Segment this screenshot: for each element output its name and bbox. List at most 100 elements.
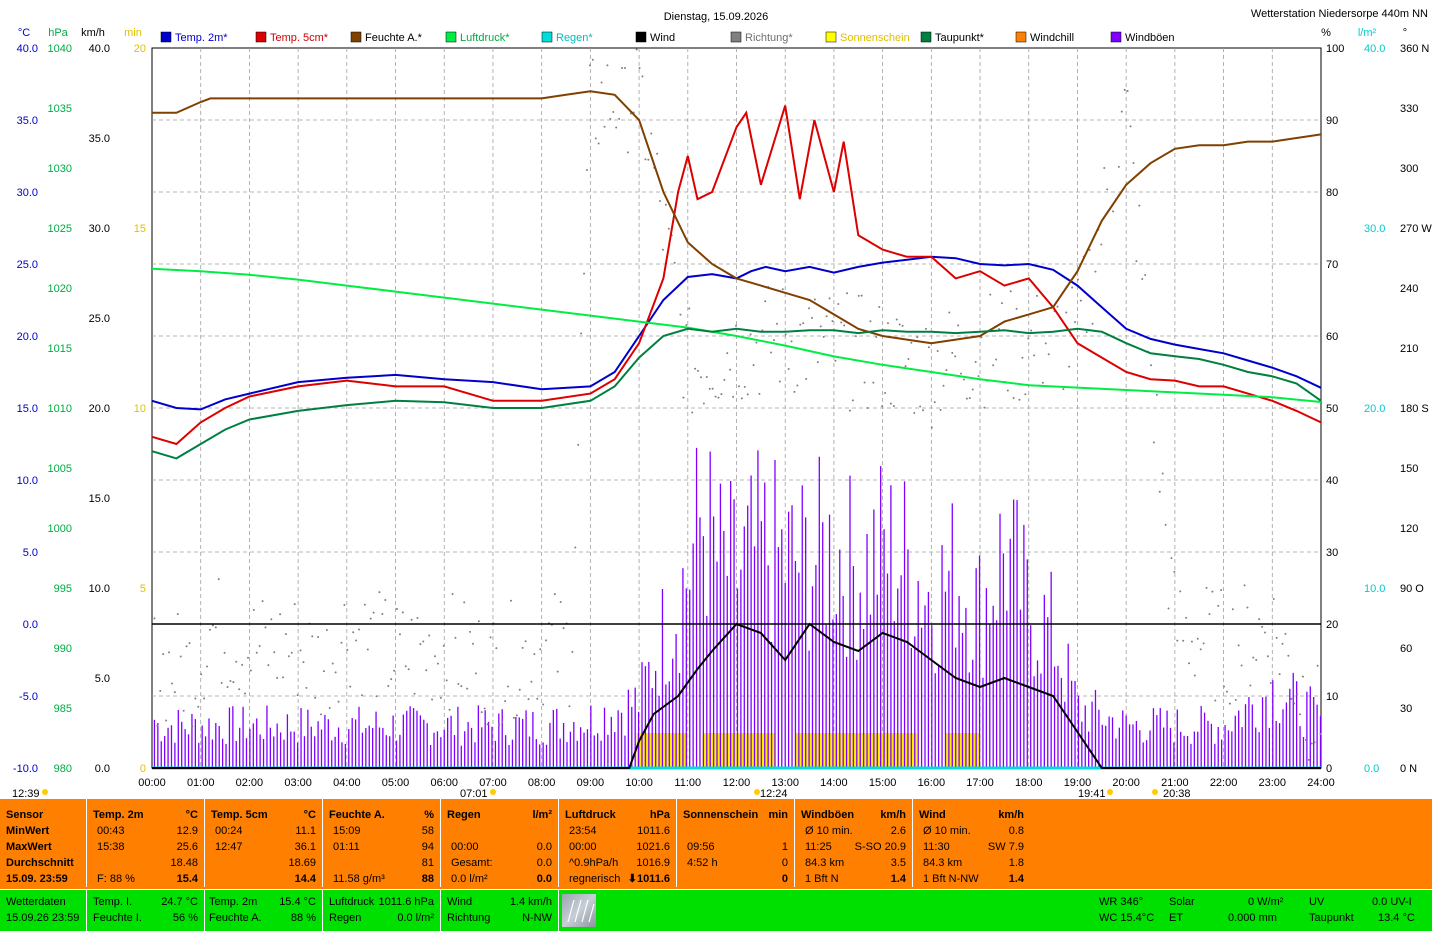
direction-dot xyxy=(846,292,849,295)
direction-dot xyxy=(1065,311,1068,314)
direction-dot xyxy=(363,603,366,606)
tick-time: 11:00 xyxy=(674,777,701,789)
tick-hpa: 980 xyxy=(54,763,72,775)
direction-dot xyxy=(1185,616,1188,619)
direction-dot xyxy=(194,697,197,700)
stats-windboeen: Windböen km/h Ø 10 min. 2.6 11:25 S-SO 20.9 84… xyxy=(795,799,913,887)
direction-dot xyxy=(1234,699,1237,702)
direction-dot xyxy=(1225,690,1228,693)
windboeen-row-value: 2.6 xyxy=(890,825,906,837)
tick-lm2: 20.0 xyxy=(1364,403,1385,415)
direction-dot xyxy=(378,591,381,594)
feuchte-row-value: 58 xyxy=(421,825,434,837)
direction-dot xyxy=(439,696,442,699)
wind-row-label: 84.3 km xyxy=(923,857,963,869)
direction-dot xyxy=(217,578,220,581)
direction-dot xyxy=(1141,277,1144,280)
direction-dot xyxy=(448,708,451,711)
direction-dot xyxy=(328,706,331,709)
temp2m-row-value: 15.4 xyxy=(176,873,198,885)
tick-temp: 35.0 xyxy=(17,115,38,127)
stats-wind: Wind km/h Ø 10 min. 0.8 11:30 SW 7.9 84.3 km 1.… xyxy=(913,799,1030,887)
direction-dot xyxy=(317,636,320,639)
tick-deg: 240 xyxy=(1400,283,1418,295)
direction-dot xyxy=(831,320,834,323)
direction-dot xyxy=(594,137,597,140)
direction-dot xyxy=(255,651,258,654)
direction-dot xyxy=(1293,702,1296,705)
footer-tempi: 24.7 °C xyxy=(161,896,198,908)
tick-lm2: 30.0 xyxy=(1364,223,1385,235)
direction-dot xyxy=(597,142,600,145)
direction-dot xyxy=(486,723,489,726)
direction-dot xyxy=(1290,697,1293,700)
tick-kmh: 35.0 xyxy=(89,133,110,145)
direction-dot xyxy=(1173,570,1176,573)
direction-dot xyxy=(714,395,717,398)
direction-dot xyxy=(214,626,217,629)
footer-indoor: Temp. I. 24.7 °C Feuchte I. 56 % xyxy=(87,890,205,931)
direction-dot xyxy=(162,653,165,656)
direction-dot xyxy=(1021,356,1024,359)
direction-dot xyxy=(679,313,682,316)
direction-dot xyxy=(1062,388,1065,391)
direction-dot xyxy=(933,401,936,404)
direction-dot xyxy=(834,359,837,362)
direction-dot xyxy=(229,679,232,682)
direction-dot xyxy=(942,384,945,387)
sunset-mark-2: 20:38 xyxy=(1163,788,1191,799)
footer-feuchtea: 88 % xyxy=(290,912,316,924)
direction-dot xyxy=(580,332,583,335)
direction-dot xyxy=(1193,674,1196,677)
direction-dot xyxy=(585,168,588,171)
wind-row-value: SW 7.9 xyxy=(987,841,1024,853)
direction-dot xyxy=(1155,393,1158,396)
direction-dot xyxy=(688,307,691,310)
direction-dot xyxy=(1126,89,1129,92)
direction-dot xyxy=(419,643,422,646)
direction-dot xyxy=(968,397,971,400)
direction-dot xyxy=(1144,273,1147,276)
tick-deg: 330 xyxy=(1400,103,1418,115)
direction-dot xyxy=(723,378,726,381)
footer-solar: 0 W/m² xyxy=(1248,896,1284,908)
unit-min: min xyxy=(124,27,142,39)
direction-dot xyxy=(404,665,407,668)
direction-dot xyxy=(977,375,980,378)
windboeen-row-value: 3.5 xyxy=(890,857,906,869)
tick-min: 5 xyxy=(140,583,146,595)
direction-dot xyxy=(1208,613,1211,616)
direction-dot xyxy=(1117,165,1120,168)
direction-dot xyxy=(512,716,515,719)
legend-label: Temp. 5cm* xyxy=(270,32,329,44)
direction-dot xyxy=(1296,693,1299,696)
station-name: Wetterstation Niedersorpe 440m NN xyxy=(1251,8,1428,20)
tick-min: 20 xyxy=(134,43,146,55)
direction-dot xyxy=(615,126,618,129)
unit-lm2: l/m² xyxy=(1358,27,1377,39)
stats-temp2m: Temp. 2m °C 00:43 12.9 15:38 25.6 18.48 F: 88 %… xyxy=(87,799,205,887)
direction-dot xyxy=(375,695,378,698)
direction-dot xyxy=(816,361,819,364)
tick-deg: 0 N xyxy=(1400,763,1417,775)
regen-row-value: 0.0 xyxy=(536,873,552,885)
direction-dot xyxy=(401,611,404,614)
direction-dot xyxy=(1103,167,1106,170)
sunrise-mark: 07:01 xyxy=(460,788,488,799)
direction-dot xyxy=(924,327,927,330)
direction-dot xyxy=(1161,472,1164,475)
footer-pressure: Luftdruck 1011.6 hPa Regen 0.0 l/m² xyxy=(323,890,441,931)
direction-dot xyxy=(311,635,314,638)
direction-dot xyxy=(322,670,325,673)
footer-station-label: Wetterdaten xyxy=(6,896,66,908)
direction-dot xyxy=(1255,658,1258,661)
tick-time: 16:00 xyxy=(918,777,946,789)
direction-dot xyxy=(667,227,670,230)
tick-time: 22:00 xyxy=(1210,777,1238,789)
direction-dot xyxy=(469,630,472,633)
direction-dot xyxy=(808,307,811,310)
tick-time: 10:00 xyxy=(625,777,653,789)
direction-dot xyxy=(407,668,410,671)
direction-dot xyxy=(717,396,720,399)
footer-luftdruck: 1011.6 hPa xyxy=(378,896,434,908)
